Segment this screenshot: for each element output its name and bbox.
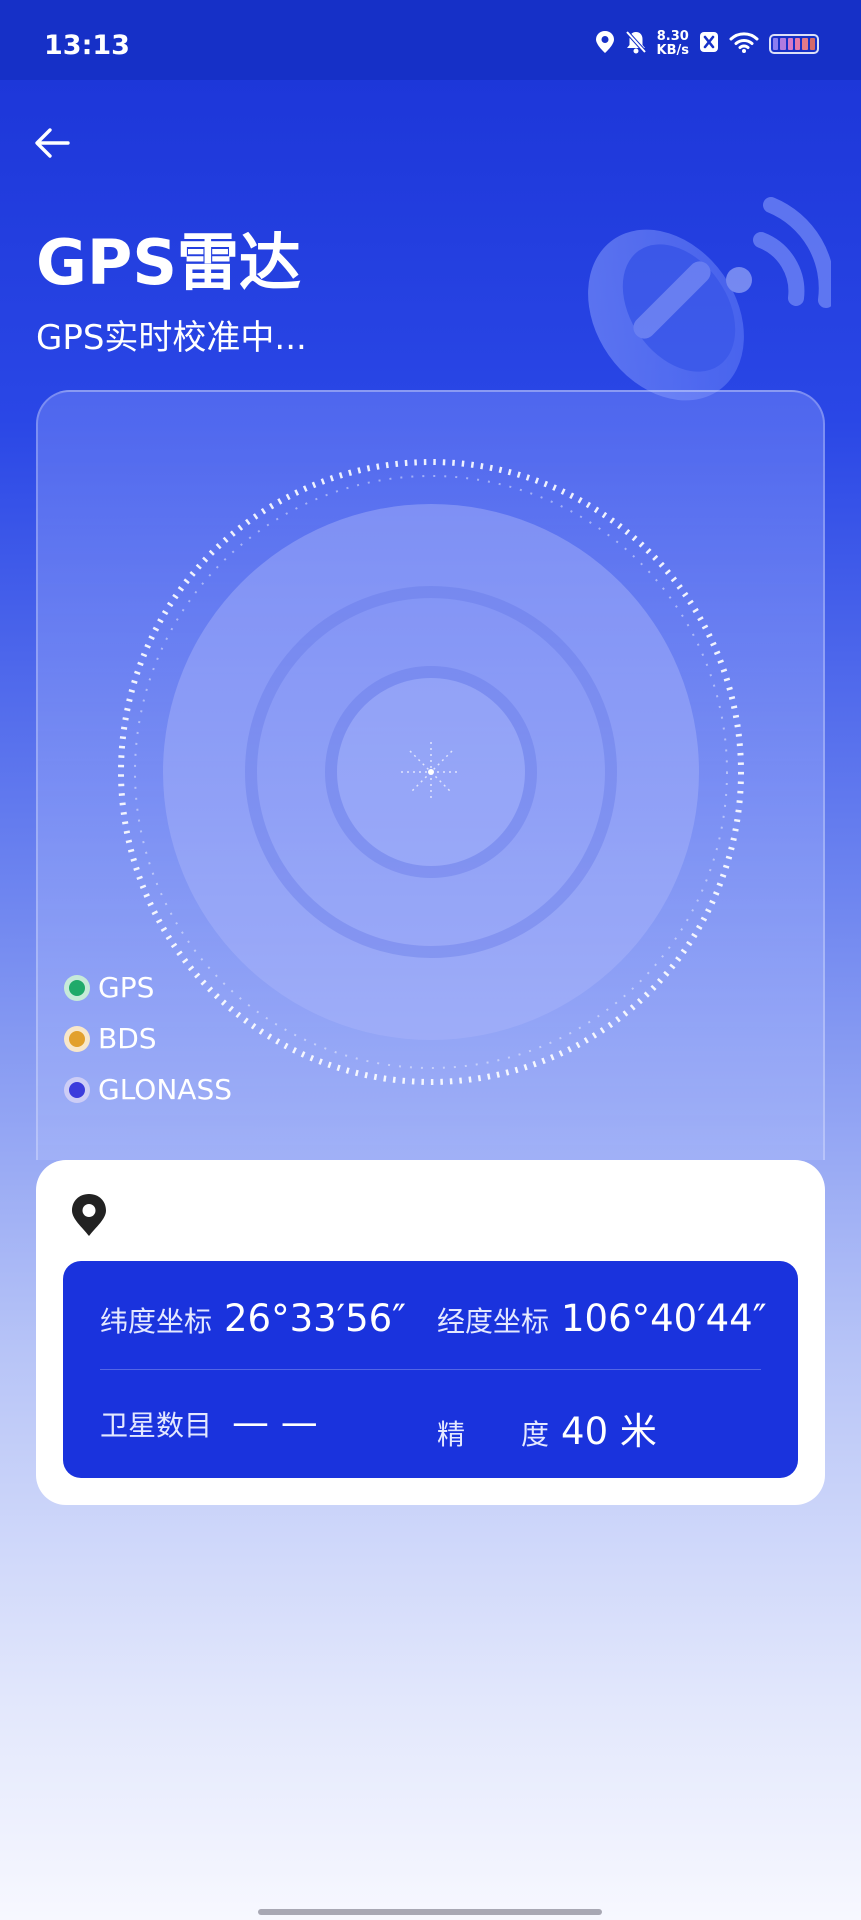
legend-item-glonass: GLONASS bbox=[64, 1064, 232, 1115]
bds-dot-icon bbox=[64, 1025, 90, 1052]
page-subtitle: GPS实时校准中... bbox=[36, 318, 307, 358]
status-bar: 13:13 8.30 KB/s bbox=[0, 0, 861, 80]
location-pin-icon bbox=[72, 1194, 106, 1236]
glonass-dot-icon bbox=[64, 1076, 90, 1103]
divider bbox=[100, 1369, 761, 1370]
gps-dot-icon bbox=[64, 974, 90, 1001]
location-icon bbox=[595, 30, 615, 58]
legend-label: GPS bbox=[98, 971, 155, 1004]
longitude-value: 106°40′44″ bbox=[561, 1297, 767, 1340]
status-time: 13:13 bbox=[44, 30, 130, 61]
satellites-field: 卫星数目 — — bbox=[100, 1401, 318, 1444]
satellite-dish-icon bbox=[588, 197, 831, 401]
latitude-value: 26°33′56″ bbox=[224, 1297, 406, 1340]
satellites-label: 卫星数目 bbox=[100, 1409, 213, 1442]
latitude-label: 纬度坐标 bbox=[100, 1305, 213, 1338]
accuracy-label-second: 度 bbox=[521, 1418, 550, 1451]
home-indicator[interactable] bbox=[258, 1909, 602, 1915]
satellite-legend: GPS BDS GLONASS bbox=[64, 962, 232, 1115]
location-info-card: 纬度坐标 26°33′56″ 经度坐标 106°40′44″ 卫星数目 — — … bbox=[36, 1160, 825, 1505]
satellites-value: — — bbox=[232, 1401, 318, 1444]
speed-unit: KB/s bbox=[656, 43, 689, 58]
legend-item-bds: BDS bbox=[64, 1013, 232, 1064]
sim-off-icon bbox=[699, 31, 719, 57]
coordinates-panel: 纬度坐标 26°33′56″ 经度坐标 106°40′44″ 卫星数目 — — … bbox=[63, 1261, 798, 1478]
longitude-label: 经度坐标 bbox=[437, 1305, 550, 1338]
accuracy-field: 精 度 40 米 bbox=[437, 1401, 657, 1455]
legend-label: GLONASS bbox=[98, 1073, 232, 1106]
accuracy-label-first: 精 bbox=[437, 1418, 466, 1451]
arrow-left-icon bbox=[35, 128, 70, 158]
longitude-field: 经度坐标 106°40′44″ bbox=[437, 1297, 767, 1340]
battery-icon bbox=[769, 34, 819, 54]
back-button[interactable] bbox=[30, 118, 80, 168]
bell-muted-icon bbox=[625, 30, 647, 58]
accuracy-value: 40 米 bbox=[561, 1410, 657, 1453]
network-speed: 8.30 KB/s bbox=[657, 30, 689, 58]
wifi-icon bbox=[729, 31, 759, 57]
latitude-field: 纬度坐标 26°33′56″ bbox=[100, 1297, 406, 1340]
status-icons: 8.30 KB/s bbox=[595, 30, 819, 58]
radar-panel: GPS BDS GLONASS bbox=[36, 390, 825, 1160]
page-title: GPS雷达 bbox=[36, 226, 301, 299]
legend-item-gps: GPS bbox=[64, 962, 232, 1013]
speed-value: 8.30 bbox=[656, 29, 689, 44]
legend-label: BDS bbox=[98, 1022, 157, 1055]
